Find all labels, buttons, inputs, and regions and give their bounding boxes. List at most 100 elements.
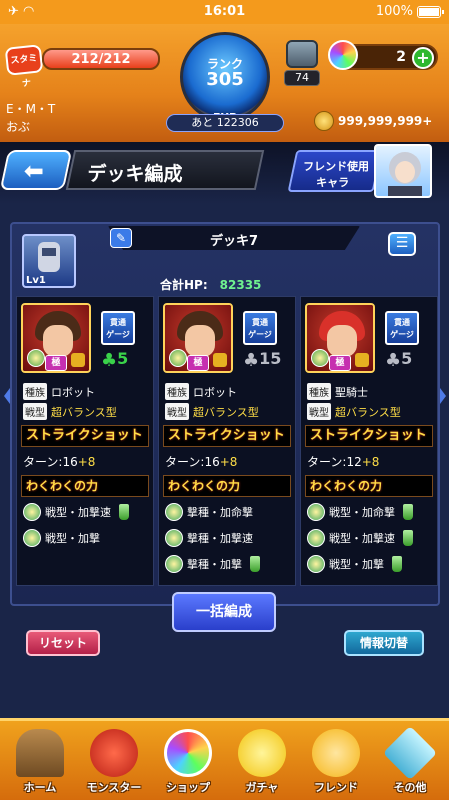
ability-line1: 貫通 [252, 318, 268, 327]
ability-line2: ゲージ [106, 330, 130, 339]
monster-card[interactable]: 極 貫通 ゲージ ♣15 種族 ロボット 戦型 超バランス型 ストライクショット タ… [158, 296, 296, 586]
battle-type-label: 戦型 [307, 403, 331, 420]
waku-text: 戦型・加撃 [329, 558, 384, 571]
orb-count: 2 [396, 49, 406, 65]
page-title-plate: デッキ編成 [65, 150, 265, 190]
waku-text: 戦型・加撃 [45, 532, 100, 545]
friend-avatar[interactable] [374, 144, 432, 198]
monster-portrait[interactable]: 極 [21, 303, 91, 373]
shop-orb-icon [164, 729, 212, 777]
friend-character-button[interactable]: フレンド使用 キャラ [287, 150, 383, 192]
luck-value: 15 [259, 349, 282, 368]
lock-icon [355, 353, 369, 367]
item-box[interactable]: 74 [284, 40, 320, 86]
waku-text: 戦型・加撃速 [45, 506, 111, 519]
race-value: ロボット [51, 385, 95, 399]
waku-item: 戦型・加撃速 [307, 529, 413, 547]
race-row: 種族 ロボット [23, 383, 95, 400]
page-title: デッキ編成 [87, 163, 183, 185]
ss-turns-plus: +8 [77, 455, 96, 469]
battery-icon [417, 5, 444, 18]
monster-card[interactable]: 極 貫通 ゲージ ♣5 種族 聖騎士 戦型 超バランス型 ストライクショット ターン… [300, 296, 438, 586]
nav-gacha[interactable]: ガチャ [226, 721, 298, 800]
status-bar: ✈ ◠ 16:01 100% [0, 0, 449, 24]
battle-type-label: 戦型 [165, 403, 189, 420]
element-icon [169, 349, 187, 367]
ability-line1: 貫通 [394, 318, 410, 327]
kyoku-badge: 極 [45, 355, 67, 371]
deck-list-button[interactable]: ☰ [388, 232, 416, 256]
waku-icon [165, 555, 183, 573]
title-row: ⬅ デッキ編成 フレンド使用 キャラ [0, 142, 449, 204]
ability-line2: ゲージ [248, 330, 272, 339]
waku-icon [23, 503, 41, 521]
info-switch-button[interactable]: 情報切替 [344, 630, 424, 656]
header: スタミナ 212/212 ランク 305 EXP あと 122306 74 2 … [0, 24, 449, 142]
waku-title: わくわくの力 [163, 475, 291, 497]
total-hp-label: 合計HP: [160, 278, 208, 292]
bottom-nav: ホーム モンスター ショップ ガチャ フレンド その他 [0, 718, 449, 800]
nav-shop-label: ショップ [166, 781, 210, 794]
home-icon [16, 729, 64, 777]
waku-item: 撃種・加撃速 [165, 529, 253, 547]
leader-art [38, 242, 60, 272]
race-value: ロボット [193, 385, 237, 399]
luck-indicator: ♣5 [385, 349, 413, 371]
reset-button[interactable]: リセット [26, 630, 100, 656]
ss-turns-value: ターン:12 [307, 455, 362, 469]
potion-icon [250, 556, 260, 572]
nav-friend[interactable]: フレンド [300, 721, 372, 800]
stamina-bar[interactable]: 212/212 [42, 48, 160, 70]
race-label: 種族 [307, 383, 331, 400]
gold-coin-icon [314, 111, 334, 131]
deck-panel: Lv1 デッキ7 ✎ ☰ 合計HP: 82335 極 貫通 ゲージ ♣5 種族 ロボ… [4, 222, 446, 606]
player-name: E・M・T [6, 102, 56, 116]
nav-other[interactable]: その他 [374, 721, 446, 800]
waku-item: 撃種・加撃 [165, 555, 260, 573]
race-row: 種族 聖騎士 [307, 383, 368, 400]
monster-portrait[interactable]: 極 [305, 303, 375, 373]
potion-icon [392, 556, 402, 572]
ss-turns: ターン:12+8 [307, 453, 379, 470]
edit-deck-name-icon[interactable]: ✎ [110, 228, 132, 248]
monster-card[interactable]: 極 貫通 ゲージ ♣5 種族 ロボット 戦型 超バランス型 ストライクショット ター… [16, 296, 154, 586]
next-deck-arrow-icon[interactable] [440, 388, 446, 404]
monster-icon [90, 729, 138, 777]
prev-deck-arrow-icon[interactable] [4, 388, 10, 404]
waku-icon [165, 529, 183, 547]
bulk-edit-button[interactable]: 一括編成 [172, 592, 276, 632]
nav-shop[interactable]: ショップ [152, 721, 224, 800]
race-label: 種族 [165, 383, 189, 400]
nav-home[interactable]: ホーム [4, 721, 76, 800]
add-orb-button[interactable]: + [412, 47, 434, 69]
pierce-gauge-icon: 貫通 ゲージ [243, 311, 277, 345]
back-button[interactable]: ⬅ [0, 150, 73, 190]
ss-turns-plus: +8 [361, 455, 380, 469]
nav-other-label: その他 [393, 781, 427, 794]
nav-monster[interactable]: モンスター [78, 721, 150, 800]
race-label: 種族 [23, 383, 47, 400]
kyoku-badge: 極 [187, 355, 209, 371]
deck-name: デッキ7 [209, 234, 259, 249]
battle-type-label: 戦型 [23, 403, 47, 420]
total-hp: 合計HP: 82335 [160, 276, 261, 293]
potion-icon [403, 530, 413, 546]
item-count: 74 [284, 70, 320, 86]
rank-display[interactable]: ランク 305 EXP [180, 32, 270, 124]
waku-text: 撃種・加撃 [187, 558, 242, 571]
battle-type-value: 超バランス型 [193, 405, 259, 419]
gacha-icon [238, 729, 286, 777]
nav-home-label: ホーム [23, 781, 57, 794]
back-arrow-icon: ⬅ [23, 157, 44, 185]
total-hp-value: 82335 [219, 278, 262, 292]
ss-turns-plus: +8 [219, 455, 238, 469]
friend-button-line2: キャラ [316, 176, 350, 189]
monster-portrait[interactable]: 極 [163, 303, 233, 373]
nav-monster-label: モンスター [86, 781, 142, 794]
potion-icon [119, 504, 129, 520]
waku-icon [307, 529, 325, 547]
ss-turns-value: ターン:16 [23, 455, 78, 469]
strike-shot-title: ストライクショット [21, 425, 149, 447]
lock-icon [213, 353, 227, 367]
deck-leader-icon[interactable]: Lv1 [22, 234, 76, 288]
